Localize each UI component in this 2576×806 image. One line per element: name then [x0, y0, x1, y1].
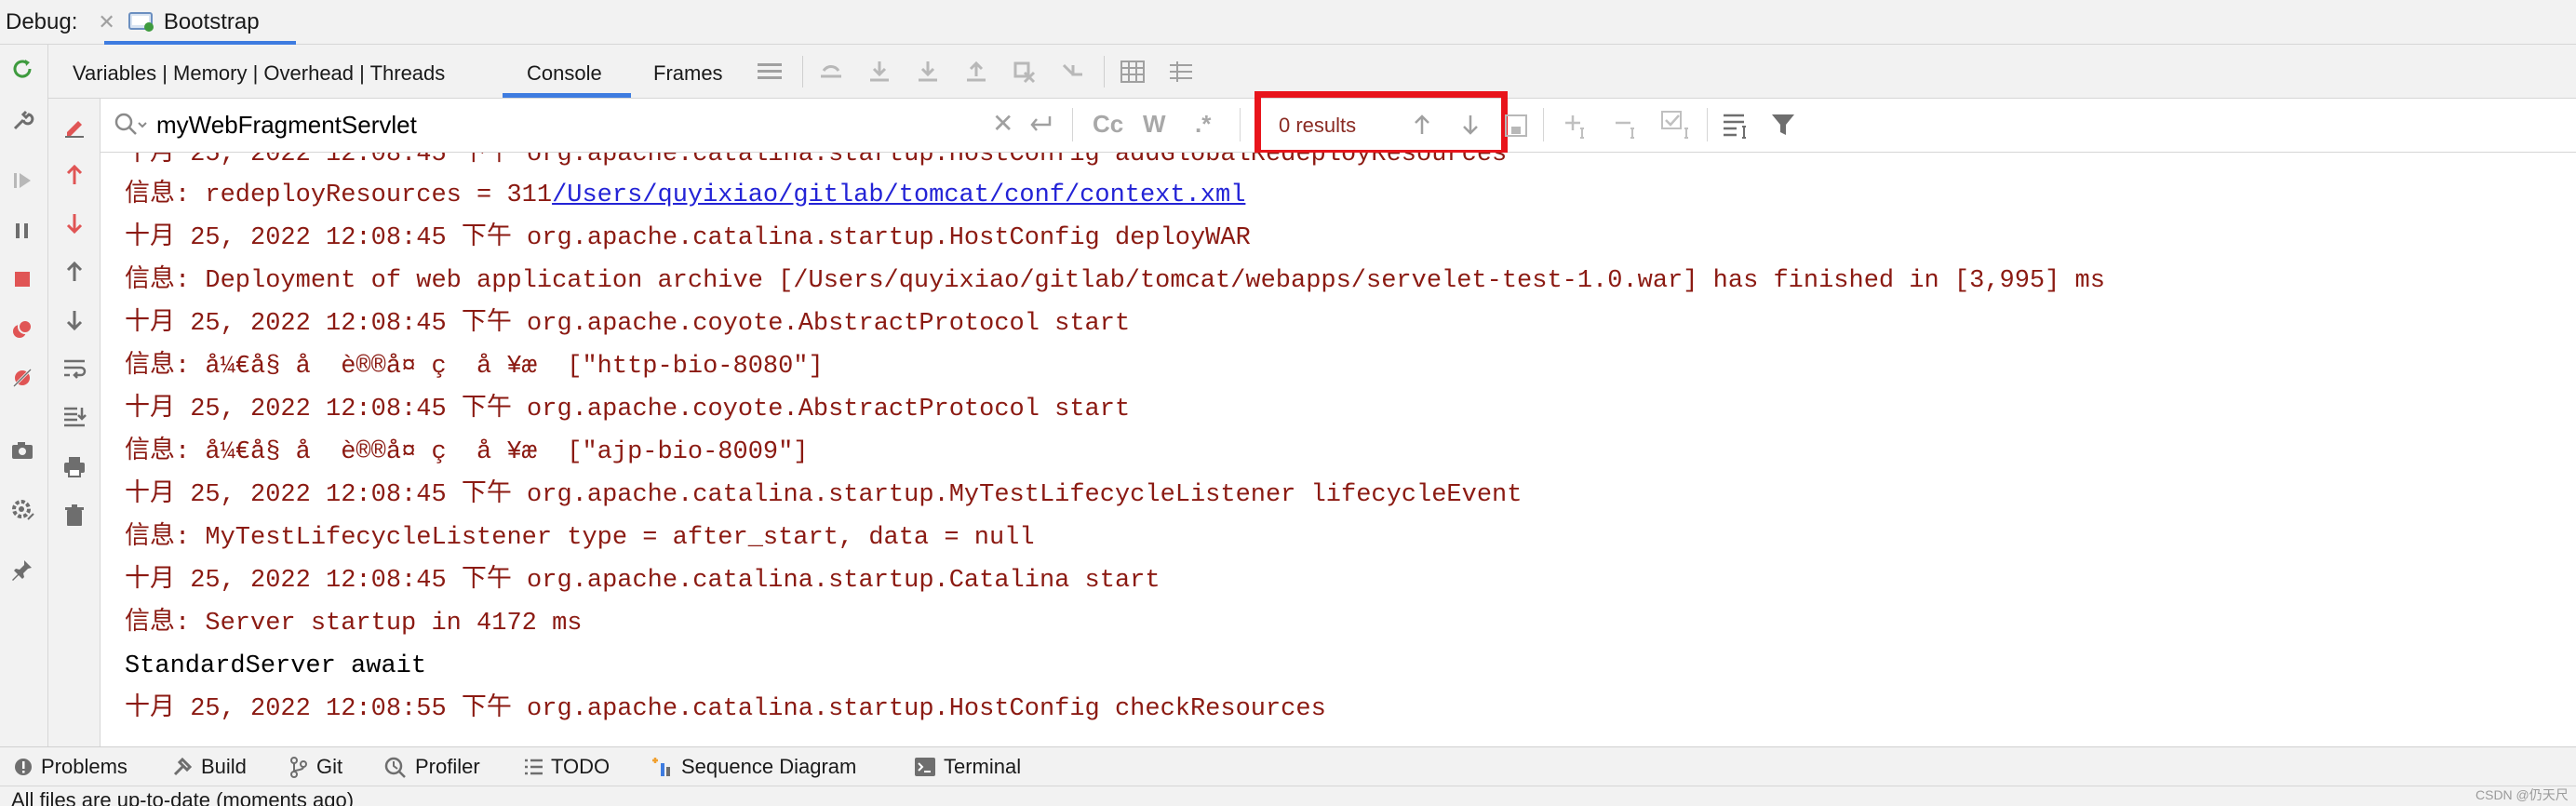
watermark: CSDN @仍天尺: [2475, 787, 2569, 802]
run-config-icon: [127, 11, 154, 32]
regex-toggle[interactable]: .*: [1195, 110, 1211, 139]
tab-console[interactable]: Console: [527, 45, 602, 99]
tool-problems[interactable]: Problems: [13, 747, 127, 786]
console-line: 十月 25, 2022 12:08:45 下午 org.apache.coyot…: [125, 396, 1131, 423]
wrench-icon[interactable]: [7, 106, 37, 136]
view-breakpoints-icon[interactable]: [7, 315, 37, 344]
tool-terminal[interactable]: Terminal: [914, 747, 1021, 786]
console-line: StandardServer await: [125, 652, 427, 680]
tool-todo[interactable]: TODO: [523, 747, 610, 786]
console-line: 信息: Deployment of web application archiv…: [125, 267, 2105, 295]
new-line-icon[interactable]: [1027, 114, 1053, 136]
search-icon[interactable]: [114, 112, 147, 138]
hammer-icon: [173, 757, 193, 776]
status-message: All files are up-to-date (moments ago): [11, 788, 355, 806]
tool-build[interactable]: Build: [171, 747, 247, 786]
select-all-occurrences-icon[interactable]: [1660, 110, 1694, 140]
console-tab-indicator: [503, 93, 631, 98]
problems-icon: [15, 759, 32, 775]
console-line: 十月 25, 2022 12:08:45 下午 org.apache.coyot…: [125, 310, 1131, 338]
close-icon[interactable]: ✕: [98, 10, 114, 34]
filter-icon[interactable]: [1770, 112, 1796, 138]
console-left-toolbar: [48, 99, 101, 746]
results-highlight-box: [1254, 91, 1508, 156]
clear-search-icon[interactable]: ✕: [992, 108, 1013, 139]
up-arrow-icon[interactable]: [60, 257, 89, 287]
console-output[interactable]: 十月 25, 2022 12:08:45 下午 org.apache.catal…: [101, 153, 2576, 746]
tool-git[interactable]: Git: [288, 747, 342, 786]
scroll-to-end-icon[interactable]: [60, 402, 89, 432]
console-line: 十月 25, 2022 12:08:45 下午 org.apache.catal…: [125, 481, 1523, 509]
camera-icon[interactable]: [7, 436, 37, 465]
filter-search-results-icon[interactable]: [1504, 114, 1528, 138]
tab-bootstrap[interactable]: Bootstrap: [164, 9, 260, 35]
words-toggle[interactable]: W: [1143, 110, 1166, 139]
clear-all-icon[interactable]: [60, 112, 89, 141]
console-line: 十月 25, 2022 12:08:45 下午 org.apache.catal…: [125, 567, 1161, 595]
step-out-icon[interactable]: [962, 58, 990, 86]
trash-icon[interactable]: [60, 501, 89, 531]
sequence-diagram-icon: [652, 758, 670, 776]
tab-frames[interactable]: Frames: [653, 45, 723, 99]
down-arrow-icon[interactable]: [60, 305, 89, 335]
tool-window-bar: Problems Build Git Profiler TODO Sequenc…: [0, 746, 2576, 786]
step-over-icon[interactable]: [865, 58, 893, 86]
file-link[interactable]: /Users/quyixiao/gitlab/tomcat/conf/conte…: [552, 181, 1245, 209]
list-icon: [525, 759, 543, 775]
pause-icon[interactable]: [7, 216, 37, 246]
console-line: 十月 25, 2022 12:08:45 下午 org.apache.catal…: [125, 153, 1508, 168]
match-case-toggle[interactable]: Cc: [1093, 110, 1123, 139]
evaluate-expression-icon[interactable]: [1119, 58, 1147, 86]
console-line: 信息: å¼€å§ å è®®å¤ ç å ¥æ ["ajp-bio-8009"…: [125, 438, 809, 466]
print-icon[interactable]: [60, 452, 89, 482]
stop-icon[interactable]: [7, 264, 37, 294]
terminal-icon: [915, 758, 935, 776]
remove-occurrence-icon[interactable]: [1612, 112, 1642, 140]
mute-breakpoints-icon[interactable]: [7, 363, 37, 393]
git-branch-icon: [290, 757, 307, 778]
tool-profiler[interactable]: Profiler: [383, 747, 480, 786]
multiline-icon[interactable]: [1722, 112, 1751, 140]
step-into-icon[interactable]: [914, 58, 942, 86]
trace-stream-icon[interactable]: [1167, 58, 1195, 86]
tab-debugger[interactable]: Variables | Memory | Overhead | Threads: [73, 45, 445, 99]
drop-frame-icon[interactable]: [1011, 58, 1039, 86]
pin-icon[interactable]: [7, 555, 37, 584]
console-line: 十月 25, 2022 12:08:55 下午 org.apache.catal…: [125, 695, 1326, 723]
console-search-bar: myWebFragmentServlet ✕ Cc W .* 0 results: [101, 91, 2576, 156]
debug-title-bar: Debug: ✕ Bootstrap: [0, 0, 2576, 45]
rerun-icon[interactable]: [7, 54, 37, 84]
status-bar: All files are up-to-date (moments ago): [0, 786, 2576, 806]
console-line: 十月 25, 2022 12:08:45 下午 org.apache.catal…: [125, 224, 1251, 252]
profiler-icon: [384, 757, 406, 778]
debug-label: Debug:: [6, 8, 78, 34]
console-line: 信息: Server startup in 4172 ms: [125, 610, 583, 638]
console-line: 信息: MyTestLifecycleListener type = after…: [125, 524, 1035, 552]
layout-menu-icon[interactable]: [756, 58, 784, 86]
next-occurrence-icon[interactable]: [60, 208, 89, 238]
debug-left-toolbar: [0, 45, 48, 746]
console-line: 信息: redeployResources = 311/Users/quyixi…: [125, 181, 1246, 209]
resume-icon[interactable]: [7, 166, 37, 195]
show-execution-point-icon[interactable]: [817, 58, 845, 86]
previous-occurrence-icon[interactable]: [60, 160, 89, 190]
tool-sequence-diagram[interactable]: Sequence Diagram: [651, 747, 856, 786]
soft-wrap-icon[interactable]: [60, 354, 89, 383]
settings-gear-icon[interactable]: [7, 495, 37, 525]
run-to-cursor-icon[interactable]: [1059, 58, 1087, 86]
search-input[interactable]: myWebFragmentServlet: [156, 111, 417, 140]
console-line: 信息: å¼€å§ å è®®å¤ ç å ¥æ ["http-bio-8080…: [125, 353, 824, 381]
add-occurrence-icon[interactable]: [1562, 112, 1591, 140]
